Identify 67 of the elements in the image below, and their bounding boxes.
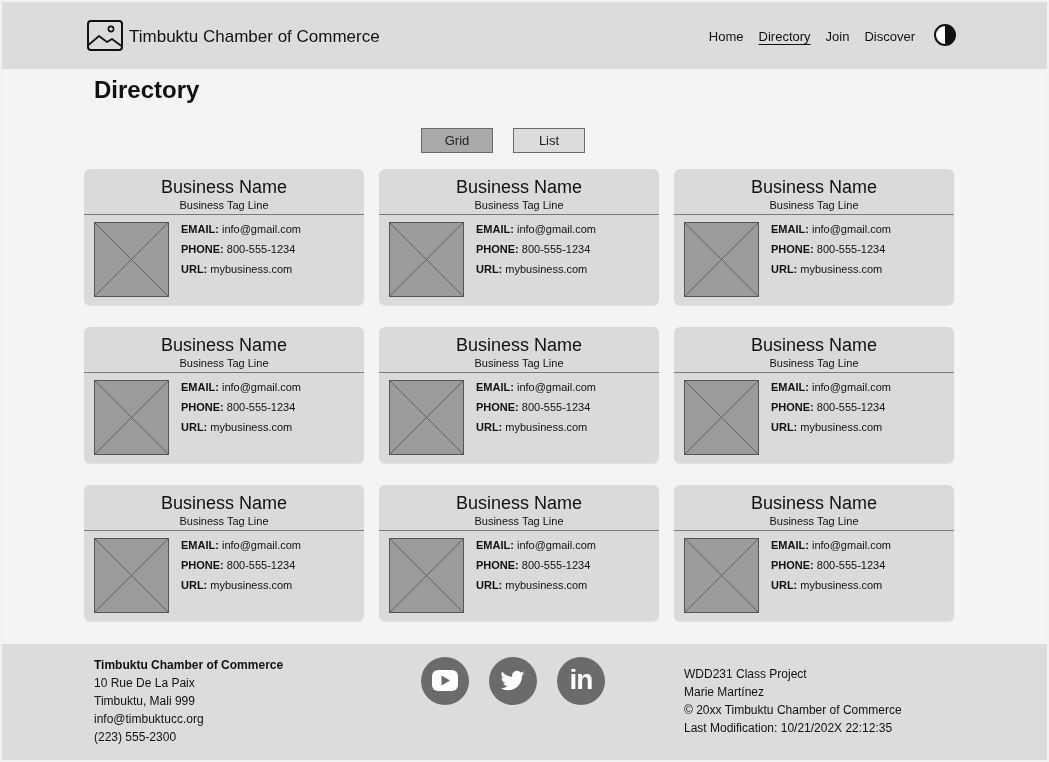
contact-detail: PHONE: 800-555-1234 (771, 558, 886, 573)
contact-detail: PHONE: 800-555-1234 (476, 558, 591, 573)
contact-detail: URL: mybusiness.com (771, 420, 883, 435)
contact-detail: EMAIL: info@gmail.com (771, 538, 891, 553)
business-tagline: Business Tag Line (179, 514, 269, 528)
business-name: Business Name (750, 176, 878, 198)
credit-line: © 20xx Timbuktu Chamber of Commerce (684, 702, 902, 719)
contact-line: info@timbuktucc.org (94, 711, 204, 728)
contact-detail: PHONE: 800-555-1234 (181, 242, 296, 257)
business-name: Business Name (160, 176, 288, 198)
contact-detail: EMAIL: info@gmail.com (771, 380, 891, 395)
business-name: Business Name (750, 492, 878, 514)
business-tagline: Business Tag Line (769, 198, 859, 212)
contact-detail: PHONE: 800-555-1234 (181, 400, 296, 415)
nav-link[interactable]: Discover (864, 27, 915, 46)
contact-detail: EMAIL: info@gmail.com (476, 222, 596, 237)
bird-icon[interactable] (489, 657, 537, 705)
contact-detail: PHONE: 800-555-1234 (181, 558, 296, 573)
contact-detail: URL: mybusiness.com (181, 578, 293, 593)
contact-detail: PHONE: 800-555-1234 (771, 400, 886, 415)
contact-detail: EMAIL: info@gmail.com (771, 222, 891, 237)
contact-detail: URL: mybusiness.com (181, 420, 293, 435)
contact-detail: URL: mybusiness.com (181, 262, 293, 277)
nav-link[interactable]: Join (825, 27, 850, 46)
contact-detail: URL: mybusiness.com (476, 262, 588, 277)
contact-detail: PHONE: 800-555-1234 (771, 242, 886, 257)
view-toggle-button[interactable]: Grid (421, 128, 493, 153)
social-link[interactable]: in (557, 657, 605, 705)
play-icon[interactable] (421, 657, 469, 705)
contact-detail: EMAIL: info@gmail.com (181, 380, 301, 395)
contact-line: (223) 555-2300 (94, 729, 177, 746)
credit-line: WDD231 Class Project (684, 666, 807, 683)
site-title: Timbuktu Chamber of Commerce (129, 26, 380, 47)
nav-link[interactable]: Directory (758, 27, 811, 46)
business-name: Business Name (750, 334, 878, 356)
business-tagline: Business Tag Line (769, 356, 859, 370)
business-tagline: Business Tag Line (474, 198, 564, 212)
contact-detail: EMAIL: info@gmail.com (181, 222, 301, 237)
contrast-icon[interactable] (934, 23, 956, 46)
image-icon (87, 20, 123, 51)
business-name: Business Name (455, 176, 583, 198)
business-tagline: Business Tag Line (179, 198, 269, 212)
contact-detail: PHONE: 800-555-1234 (476, 400, 591, 415)
business-name: Business Name (455, 492, 583, 514)
organization-name: Timbuktu Chamber of Commerce (94, 657, 284, 674)
contact-detail: URL: mybusiness.com (476, 420, 588, 435)
business-tagline: Business Tag Line (474, 514, 564, 528)
nav-link[interactable]: Home (708, 27, 744, 46)
contact-detail: PHONE: 800-555-1234 (476, 242, 591, 257)
contact-detail: EMAIL: info@gmail.com (476, 538, 596, 553)
contact-line: Timbuktu, Mali 999 (94, 693, 195, 710)
contact-line: 10 Rue De La Paix (94, 675, 195, 692)
business-name: Business Name (455, 334, 583, 356)
business-tagline: Business Tag Line (179, 356, 269, 370)
contact-detail: EMAIL: info@gmail.com (181, 538, 301, 553)
contact-detail: URL: mybusiness.com (771, 262, 883, 277)
credit-line: Marie Martínez (684, 684, 765, 701)
page-heading: Directory (94, 76, 200, 104)
business-name: Business Name (160, 334, 288, 356)
view-toggle-button[interactable]: List (513, 128, 585, 153)
business-tagline: Business Tag Line (769, 514, 859, 528)
contact-detail: URL: mybusiness.com (771, 578, 883, 593)
contact-detail: URL: mybusiness.com (476, 578, 588, 593)
contact-detail: EMAIL: info@gmail.com (476, 380, 596, 395)
business-name: Business Name (160, 492, 288, 514)
business-tagline: Business Tag Line (474, 356, 564, 370)
credit-line: Last Modification: 10/21/202X 22:12:35 (684, 720, 893, 737)
